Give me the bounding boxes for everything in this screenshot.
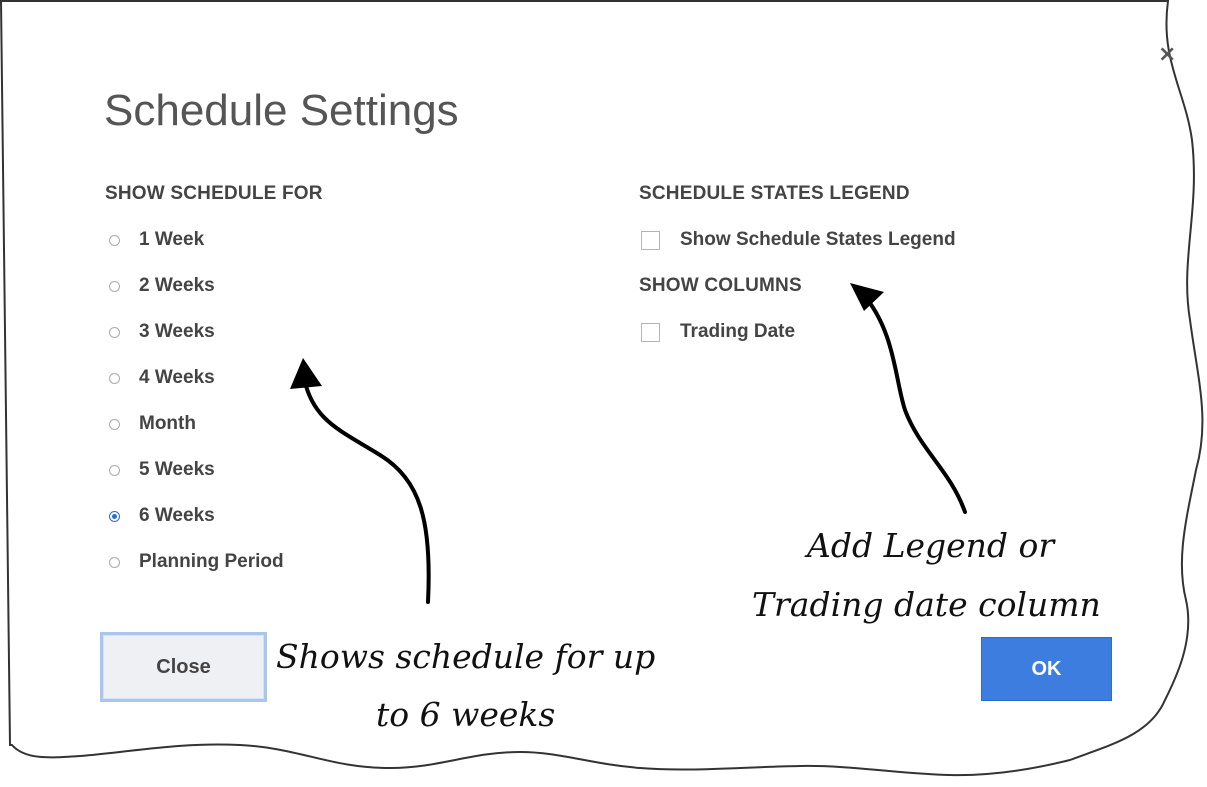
annotation-right-line1: Add Legend or xyxy=(807,526,1055,565)
annotation-right-line2: Trading date column xyxy=(752,585,1101,624)
left-arrow-head-icon xyxy=(290,358,322,389)
annotation-left-line2: to 6 weeks xyxy=(376,695,556,734)
annotation-left-line1: Shows schedule for up xyxy=(276,637,656,676)
right-arrow-head-icon xyxy=(850,283,884,311)
